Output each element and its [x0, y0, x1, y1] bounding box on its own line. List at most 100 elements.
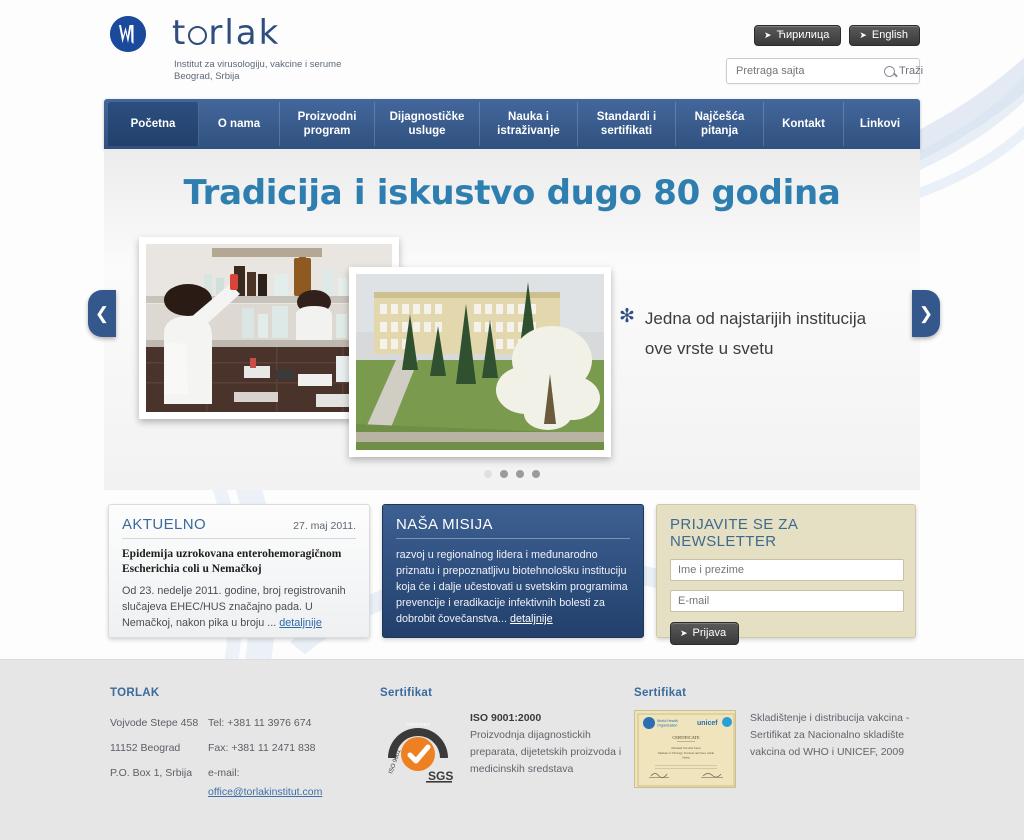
svg-text:CERTIFICATE: CERTIFICATE — [672, 735, 700, 740]
news-body: Od 23. nedelje 2011. godine, broj regist… — [122, 583, 356, 631]
svg-text:Serbia: Serbia — [682, 756, 690, 760]
sgs-iso-seal-icon: CERTIFIED ISO 9001 SGS — [380, 710, 456, 786]
newsletter-name-input[interactable] — [670, 559, 904, 581]
language-switcher: ➤ Ћирилица ➤ English — [754, 25, 920, 46]
nav-item-label: Proizvodni program — [297, 111, 357, 137]
footer-address-line3: P.O. Box 1, Srbija — [110, 767, 193, 779]
footer-cert-who: Sertifikat World Health Organization uni… — [634, 687, 954, 788]
footer-email-label: e-mail: — [208, 767, 240, 779]
footer-tel: Tel: +381 11 3976 674 — [208, 717, 312, 729]
footer-email-link[interactable]: office@torlakinstitut.com — [208, 783, 322, 802]
news-headline-line1: Epidemija uzrokovana enterohemoragičnom — [122, 548, 342, 560]
news-headline[interactable]: Epidemija uzrokovana enterohemoragičnom … — [122, 547, 356, 577]
arrow-right-icon: ➤ — [680, 627, 688, 638]
nav-item-nauka-i-istrazivanje[interactable]: Nauka i istraživanje — [480, 102, 578, 146]
svg-text:National Vaccine Store: National Vaccine Store — [671, 746, 701, 750]
chevron-right-icon: ❯ — [918, 303, 934, 323]
footer-cert-who-line3: vakcina od WHO i UNICEF, 2009 — [750, 746, 905, 758]
arrow-right-icon: ➤ — [859, 29, 867, 40]
svg-text:SGS: SGS — [428, 769, 453, 783]
footer-cert-sgs-title: ISO 9001:2000 — [470, 712, 542, 724]
carousel-dots — [0, 470, 1024, 478]
brand-text-2: rlak — [208, 13, 281, 53]
nav-item-label: Nauka i istraživanje — [497, 111, 560, 137]
news-header: AKTUELNO 27. maj 2011. — [122, 516, 356, 539]
news-box: AKTUELNO 27. maj 2011. Epidemija uzrokov… — [108, 504, 370, 638]
nav-item-label: Kontakt — [782, 118, 825, 130]
news-date: 27. maj 2011. — [293, 520, 356, 532]
newsletter-email-input[interactable] — [670, 590, 904, 612]
nav-item-standardi-i-sertifikati[interactable]: Standardi i sertifikati — [578, 102, 676, 146]
nav-item-label: Linkovi — [859, 118, 901, 130]
nav-item-label: Najčešća pitanja — [694, 111, 745, 137]
carousel-dot-3[interactable] — [516, 470, 524, 478]
brand-subtitle-line2: Beograd, Srbija — [174, 71, 240, 82]
search-input[interactable] — [727, 65, 884, 77]
carousel-next-button[interactable]: ❯ — [912, 290, 940, 337]
footer-cert-sgs-desc: Proizvodnja dijagnostickih preparata, di… — [470, 729, 622, 775]
footer-cert-sgs-text: ISO 9001:2000 Proizvodnja dijagnostickih… — [470, 710, 630, 786]
star-icon: ✻ — [619, 306, 635, 327]
footer-address-block: Vojvode Stepe 458 11152 Beograd P.O. Box… — [110, 711, 370, 802]
nav-item-label: Standardi i sertifikati — [596, 111, 657, 137]
site-header: t rlak Institut za virusologiju, vakcine … — [0, 0, 1024, 100]
hero-bullet-line1: Jedna od najstarijih institucija — [644, 309, 867, 328]
footer-address-line1: Vojvode Stepe 458 — [110, 717, 199, 729]
brand-o-ring-icon — [188, 26, 208, 45]
footer-cert-sgs-heading: Sertifikat — [380, 687, 433, 699]
footer-cert-who-line1: Skladištenje i distribucija vakcina - — [750, 712, 910, 724]
main-navigation: Početna O nama Proizvodni program Dijagn… — [104, 99, 920, 149]
nav-item-kontakt[interactable]: Kontakt — [764, 102, 844, 146]
site-footer: TORLAK Vojvode Stepe 458 11152 Beograd P… — [0, 659, 1024, 840]
nav-item-dijagnosticke-usluge[interactable]: Dijagnostičke usluge — [375, 102, 480, 146]
torlak-circle-monogram-icon — [110, 16, 146, 52]
carousel-dot-1[interactable] — [484, 470, 492, 478]
nav-item-label: Dijagnostičke usluge — [389, 111, 465, 137]
hero-carousel: Tradicija i iskustvo dugo 80 godina ✻ Je… — [104, 149, 920, 490]
chevron-left-icon: ❮ — [94, 303, 110, 323]
brand-subtitle: Institut za virusologiju, vakcine i seru… — [174, 59, 341, 83]
newsletter-submit-button[interactable]: ➤ Prijava — [670, 622, 740, 645]
footer-address-column: Vojvode Stepe 458 11152 Beograd P.O. Box… — [110, 711, 208, 802]
carousel-prev-button[interactable]: ❮ — [88, 290, 116, 337]
hero-photo-building — [349, 267, 611, 457]
nav-item-proizvodni-program[interactable]: Proizvodni program — [280, 102, 375, 146]
search-submit-label: Traži — [899, 65, 924, 77]
footer-address-line2: 11152 Beograd — [110, 742, 181, 754]
svg-text:Organization: Organization — [657, 724, 677, 728]
newsletter-title: PRIJAVITE SE ZA NEWSLETTER — [670, 516, 798, 550]
lang-button-cyrillic[interactable]: ➤ Ћирилица — [754, 25, 842, 46]
mission-detail-link[interactable]: detaljnije — [510, 613, 553, 625]
newsletter-submit-label: Prijava — [692, 627, 727, 639]
svg-text:unicef: unicef — [697, 720, 718, 727]
carousel-dot-2[interactable] — [500, 470, 508, 478]
lang-button-cyrillic-label: Ћирилица — [776, 29, 830, 41]
nav-item-label: O nama — [217, 118, 261, 130]
svg-text:World Health: World Health — [657, 719, 678, 723]
footer-cert-sgs: Sertifikat CERTIFIED ISO 9001 SGS ISO 90… — [380, 687, 630, 786]
footer-cert-who-text: Skladištenje i distribucija vakcina - Se… — [750, 710, 909, 788]
brand-subtitle-line1: Institut za virusologiju, vakcine i seru… — [174, 59, 342, 70]
footer-phone-column: Tel: +381 11 3976 674 Fax: +381 11 2471 … — [208, 711, 322, 802]
hero-title: Tradicija i iskustvo dugo 80 godina — [183, 173, 841, 213]
news-detail-link[interactable]: detaljnije — [279, 617, 322, 629]
mission-title: NAŠA MISIJA — [396, 516, 630, 539]
mission-box: NAŠA MISIJA razvoj u regionalnog lidera … — [382, 504, 644, 638]
footer-contact: TORLAK Vojvode Stepe 458 11152 Beograd P… — [110, 687, 370, 802]
nav-item-o-nama[interactable]: O nama — [199, 102, 280, 146]
promo-boxes: AKTUELNO 27. maj 2011. Epidemija uzrokov… — [104, 504, 920, 645]
lang-button-english-label: English — [871, 29, 908, 41]
nav-item-pocetna[interactable]: Početna — [108, 102, 199, 146]
nav-item-najcesca-pitanja[interactable]: Najčešća pitanja — [676, 102, 764, 146]
carousel-dot-4[interactable] — [532, 470, 540, 478]
newsletter-box: PRIJAVITE SE ZA NEWSLETTER ➤ Prijava — [656, 504, 916, 645]
svg-text:CERTIFIED: CERTIFIED — [406, 722, 431, 727]
site-logo[interactable]: t rlak Institut za virusologiju, vakcine … — [110, 14, 341, 83]
who-unicef-certificate-image: World Health Organization unicef CERTIFI… — [634, 710, 736, 788]
footer-cert-who-heading: Sertifikat — [634, 687, 687, 699]
nav-item-linkovi[interactable]: Linkovi — [844, 102, 916, 146]
lang-button-english[interactable]: ➤ English — [849, 25, 920, 46]
news-title: AKTUELNO — [122, 516, 207, 533]
footer-cert-who-line2: Sertifikat za Nacionalno skladište — [750, 729, 905, 741]
search-submit-button[interactable]: Traži — [884, 65, 932, 77]
